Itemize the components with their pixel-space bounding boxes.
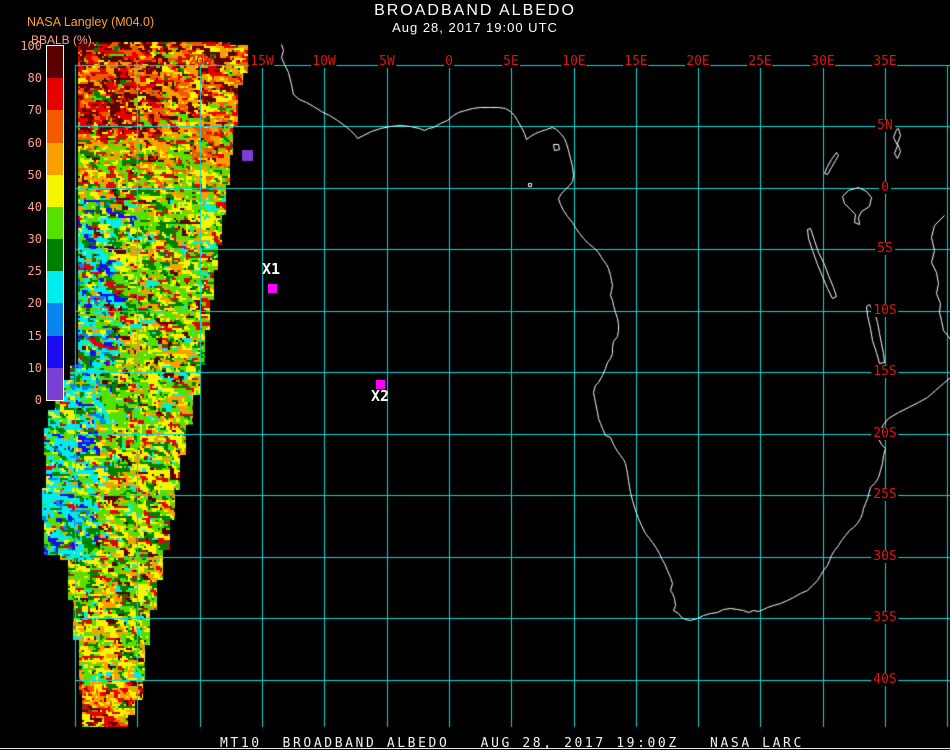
colorbar-segment [47, 174, 63, 207]
lat-label-20S: 20S [871, 426, 899, 441]
colorbar-segment [47, 206, 63, 240]
colorbar-tick-label: 10 [27, 360, 42, 375]
colorbar-tick-label: 40 [27, 199, 42, 214]
lat-label-10S: 10S [871, 303, 899, 318]
colorbar-segment [47, 303, 63, 336]
lat-label-25S: 25S [871, 487, 899, 502]
colorbar-tick-label: 30 [27, 232, 42, 247]
lat-label-5N: 5N [875, 118, 895, 133]
colorbar-tick-label: 80 [27, 71, 42, 86]
lon-label-0: 0 [444, 54, 454, 69]
lat-label-15S: 15S [871, 364, 899, 379]
colorbar-segment [47, 78, 63, 111]
status-bar: MT10 BROADBAND ALBEDO AUG 28, 2017 19:00… [0, 728, 950, 750]
lon-label-10E: 10E [561, 54, 587, 69]
map-canvas [0, 0, 950, 750]
source-label: NASA Langley (M04.0) [27, 15, 155, 29]
lat-label-30S: 30S [871, 549, 899, 564]
colorbar-tick-label: 15 [27, 328, 42, 343]
screen: BROADBAND ALBEDO Aug 28, 2017 19:00 UTC … [0, 0, 950, 750]
bottom-border [0, 748, 950, 749]
colorbar-tick-label: 20 [27, 296, 42, 311]
colorbar-segment [47, 335, 63, 368]
marker-square-X1 [268, 284, 277, 293]
colorbar-segment [47, 110, 63, 143]
lat-label-5S: 5S [875, 241, 895, 256]
colorbar-segment [47, 239, 63, 272]
lon-label-15E: 15E [623, 54, 649, 69]
lon-label-20W: 20W [188, 54, 212, 69]
lon-label-5E: 5E [502, 54, 520, 69]
lat-label-35S: 35S [871, 610, 899, 625]
lon-label-5W: 5W [378, 54, 396, 69]
lon-label-10W: 10W [311, 54, 337, 69]
lon-label-15W: 15W [249, 54, 275, 69]
colorbar-legend [46, 45, 64, 401]
colorbar-segment [47, 271, 63, 304]
marker-label-X1: X1 [262, 260, 281, 278]
lon-label-25E: 25E [747, 54, 773, 69]
colorbar-segment [47, 142, 63, 175]
lon-label-30E: 30E [810, 54, 836, 69]
lon-label-35E: 35E [872, 54, 898, 69]
colorbar-segment [47, 367, 63, 400]
colorbar-segment [47, 46, 63, 79]
colorbar-tick-label: 50 [27, 167, 42, 182]
lon-label-20E: 20E [685, 54, 711, 69]
colorbar-tick-label: 70 [27, 103, 42, 118]
lat-label-0: 0 [879, 180, 891, 195]
legend-title: BBALB (%) [31, 33, 92, 47]
marker-label-X2: X2 [371, 387, 390, 405]
colorbar-tick-label: 60 [27, 135, 42, 150]
lat-label-40S: 40S [871, 672, 899, 687]
colorbar-tick-label: 25 [27, 264, 42, 279]
colorbar-tick-label: 0 [34, 393, 42, 407]
